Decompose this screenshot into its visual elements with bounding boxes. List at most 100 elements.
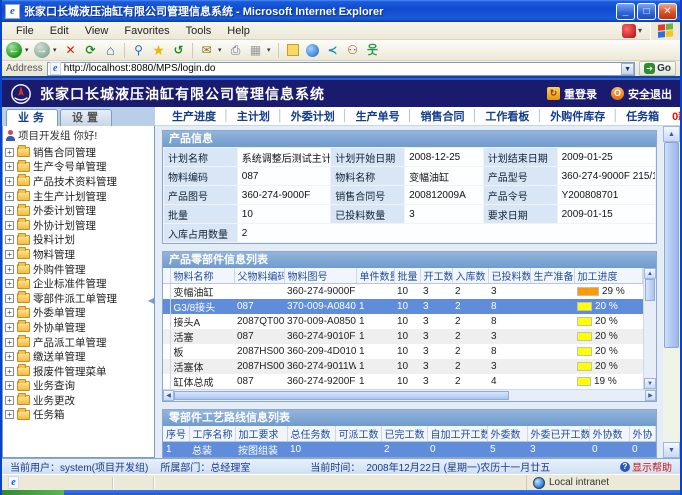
- nav-item-1[interactable]: 生产进度: [165, 108, 223, 124]
- expand-plus-icon[interactable]: +: [5, 265, 14, 274]
- expand-plus-icon[interactable]: +: [5, 279, 14, 288]
- expand-plus-icon[interactable]: +: [5, 162, 14, 171]
- table-row[interactable]: 板2087HS002360-209-4D01011032820 %: [163, 344, 643, 359]
- expand-plus-icon[interactable]: +: [5, 148, 14, 157]
- nav-item-7[interactable]: 外购件库存: [543, 108, 612, 124]
- sidebar-item-15[interactable]: +缴送单管理: [3, 349, 154, 364]
- table-row[interactable]: 变幅油缸360-274-9000F1032329 %: [163, 284, 643, 300]
- sidebar-item-4[interactable]: +主生产计划管理: [3, 189, 154, 204]
- windows-taskbar[interactable]: [2, 490, 680, 495]
- scroll-down-icon[interactable]: ▼: [644, 378, 656, 389]
- expand-plus-icon[interactable]: +: [5, 294, 14, 303]
- menu-file[interactable]: File: [8, 25, 42, 37]
- expand-plus-icon[interactable]: +: [5, 235, 14, 244]
- sidebar-item-18[interactable]: +业务更改: [3, 393, 154, 408]
- page-vertical-scrollbar[interactable]: ▲ ▼: [663, 126, 680, 458]
- research-icon[interactable]: ⚇: [344, 42, 361, 59]
- table-row[interactable]: 活塞087360-274-9010F11032320 %: [163, 329, 643, 344]
- menu-help[interactable]: Help: [219, 25, 258, 37]
- nav-item-5[interactable]: 销售合同: [414, 108, 472, 124]
- history-icon[interactable]: ↺: [170, 42, 187, 59]
- expand-plus-icon[interactable]: +: [5, 410, 14, 419]
- sidebar-item-14[interactable]: +产品派工单管理: [3, 335, 154, 350]
- forward-button[interactable]: →: [34, 42, 50, 58]
- parts-vertical-scrollbar[interactable]: ▲ ▼: [643, 268, 656, 389]
- addon-icon[interactable]: [622, 24, 636, 38]
- menu-favorites[interactable]: Favorites: [116, 25, 177, 37]
- swoosh-icon[interactable]: ≺: [324, 42, 341, 59]
- expand-plus-icon[interactable]: +: [5, 352, 14, 361]
- minimize-button[interactable]: _: [616, 3, 635, 20]
- table-row[interactable]: 活塞体2087HS002360-274-9011W11032320 %: [163, 359, 643, 374]
- menu-view[interactable]: View: [77, 25, 117, 37]
- scroll-up-icon[interactable]: ▲: [663, 126, 680, 142]
- scroll-left-icon[interactable]: ◀: [163, 390, 174, 401]
- start-button[interactable]: [2, 490, 64, 495]
- expand-plus-icon[interactable]: +: [5, 381, 14, 390]
- logout-button[interactable]: O 安全退出: [611, 86, 672, 102]
- nav-item-4[interactable]: 生产单号: [349, 108, 407, 124]
- go-button[interactable]: ➔ Go: [639, 61, 676, 76]
- sidebar-collapse-handle[interactable]: ◀: [148, 296, 154, 305]
- edit-icon[interactable]: ▦: [247, 42, 264, 59]
- tab-business[interactable]: 业务: [6, 109, 58, 126]
- refresh-button[interactable]: ⟳: [82, 42, 99, 59]
- home-button[interactable]: ⌂: [102, 42, 119, 59]
- scroll-up-icon[interactable]: ▲: [644, 268, 656, 279]
- notes-icon[interactable]: [284, 42, 301, 59]
- tab-settings[interactable]: 设置: [60, 109, 112, 126]
- sidebar-item-7[interactable]: +投料计划: [3, 233, 154, 248]
- maximize-button[interactable]: □: [637, 3, 656, 20]
- back-button[interactable]: ←: [6, 42, 22, 58]
- expand-plus-icon[interactable]: +: [5, 396, 14, 405]
- mail-dropdown-icon[interactable]: ▾: [218, 46, 224, 54]
- scroll-thumb[interactable]: [664, 142, 679, 348]
- address-input[interactable]: e http://localhost:8080/MPS/login.do ▼: [47, 62, 635, 76]
- nav-item-6[interactable]: 工作看板: [478, 108, 536, 124]
- parts-horizontal-scrollbar[interactable]: ◀ ▶: [163, 389, 656, 401]
- expand-plus-icon[interactable]: +: [5, 367, 14, 376]
- table-row[interactable]: 1总装按图组装10205300: [163, 442, 656, 458]
- table-row[interactable]: 接头A2087QT002370-009-A085011032820 %: [163, 314, 643, 329]
- expand-plus-icon[interactable]: +: [5, 206, 14, 215]
- scroll-thumb[interactable]: [645, 279, 655, 301]
- back-dropdown-icon[interactable]: ▾: [25, 46, 31, 54]
- expand-plus-icon[interactable]: +: [5, 177, 14, 186]
- sidebar-item-2[interactable]: +生产令号单管理: [3, 160, 154, 175]
- addon-caret-icon[interactable]: ▾: [638, 26, 642, 35]
- expand-plus-icon[interactable]: +: [5, 308, 14, 317]
- messenger-globe-icon[interactable]: [304, 42, 321, 59]
- sidebar-item-9[interactable]: +外购件管理: [3, 262, 154, 277]
- sidebar-item-11[interactable]: +零部件派工单管理: [3, 291, 154, 306]
- scroll-right-icon[interactable]: ▶: [645, 390, 656, 401]
- expand-plus-icon[interactable]: +: [5, 250, 14, 259]
- sidebar-item-3[interactable]: +产品技术资料管理: [3, 174, 154, 189]
- address-dropdown-icon[interactable]: ▼: [621, 63, 634, 75]
- menu-tools[interactable]: Tools: [178, 25, 220, 37]
- edit-dropdown-icon[interactable]: ▾: [267, 46, 273, 54]
- nav-item-2[interactable]: 主计划: [230, 108, 277, 124]
- scroll-down-icon[interactable]: ▼: [663, 442, 680, 458]
- search-icon[interactable]: ⚲: [130, 42, 147, 59]
- mail-icon[interactable]: ✉: [198, 42, 215, 59]
- show-help-link[interactable]: ? 显示帮助: [620, 459, 672, 474]
- sidebar-item-17[interactable]: +业务查询: [3, 379, 154, 394]
- expand-plus-icon[interactable]: +: [5, 221, 14, 230]
- relogin-button[interactable]: ↻ 重登录: [547, 86, 597, 102]
- sidebar-item-12[interactable]: +外委单管理: [3, 306, 154, 321]
- sidebar-item-5[interactable]: +外委计划管理: [3, 203, 154, 218]
- sidebar-item-8[interactable]: +物料管理: [3, 247, 154, 262]
- close-button[interactable]: ✕: [658, 3, 677, 20]
- sidebar-item-19[interactable]: +任务箱: [3, 408, 154, 423]
- nav-item-3[interactable]: 外委计划: [284, 108, 342, 124]
- sidebar-item-16[interactable]: +报废件管理菜单: [3, 364, 154, 379]
- menu-edit[interactable]: Edit: [42, 25, 77, 37]
- sidebar-item-13[interactable]: +外协单管理: [3, 320, 154, 335]
- expand-plus-icon[interactable]: +: [5, 192, 14, 201]
- expand-plus-icon[interactable]: +: [5, 323, 14, 332]
- expand-plus-icon[interactable]: +: [5, 338, 14, 347]
- print-icon[interactable]: ⎙: [227, 42, 244, 59]
- forward-dropdown-icon[interactable]: ▾: [53, 46, 59, 54]
- table-row[interactable]: G3/8接头087370-009-A084011032820 %: [163, 299, 643, 314]
- stop-button[interactable]: ✕: [62, 42, 79, 59]
